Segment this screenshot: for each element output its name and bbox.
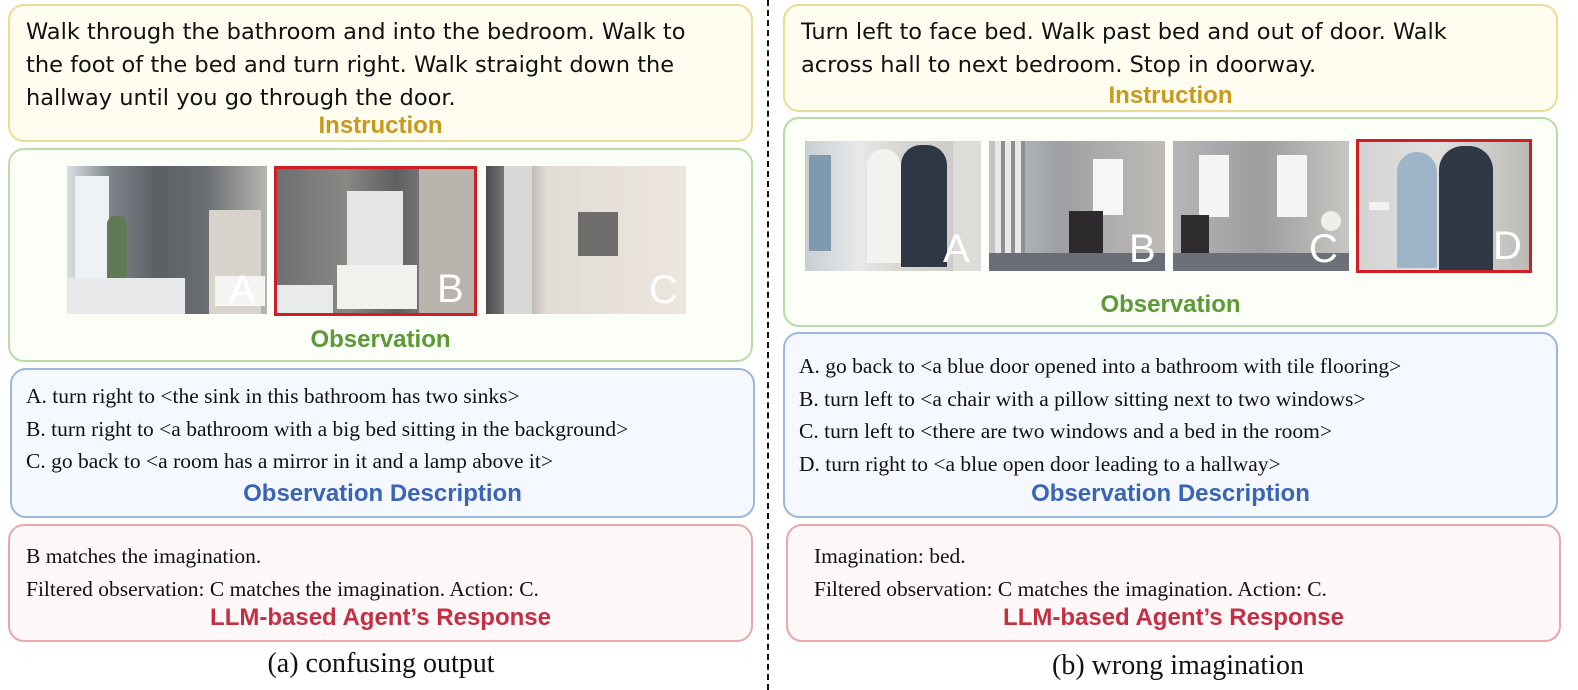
panel-wrong-imagination: Turn left to face bed. Walk past bed and… [778, 0, 1578, 690]
response-lines: B matches the imagination. Filtered obse… [26, 540, 539, 605]
view-label-c: C [1309, 227, 1338, 271]
observation-heading: Observation [310, 326, 451, 353]
window-shape [809, 155, 831, 251]
window-shape [347, 191, 403, 275]
panel-confusing-output: Walk through the bathroom and into the b… [0, 0, 762, 690]
view-label-b: B [437, 267, 464, 311]
view-label-a: A [229, 268, 256, 312]
observation-box: A B C Observation [8, 148, 753, 362]
agent-response-heading: LLM-based Agent’s Response [210, 604, 551, 631]
counter-shape [67, 278, 185, 314]
door-shape [1439, 146, 1493, 270]
door-frame-shape [504, 166, 532, 314]
response-line: Imagination: bed. [814, 544, 966, 568]
response-line: B matches the imagination. [26, 544, 262, 568]
sink-shape [277, 285, 333, 313]
door-shape [901, 145, 947, 267]
view-image-d: D [1356, 139, 1532, 273]
instruction-box: Walk through the bathroom and into the b… [8, 4, 753, 142]
window-shape [1277, 155, 1307, 217]
bed-shape [337, 265, 417, 309]
view-image-a: A [67, 166, 267, 314]
instruction-text: Turn left to face bed. Walk past bed and… [801, 19, 1447, 78]
archway-shape [1397, 152, 1437, 268]
observation-description-box: A. turn right to <the sink in this bathr… [10, 368, 755, 518]
instruction-box: Turn left to face bed. Walk past bed and… [783, 4, 1558, 112]
chair-shape [1069, 211, 1103, 255]
view-label-b: B [1129, 227, 1156, 271]
agent-response-box: B matches the imagination. Filtered obse… [8, 524, 753, 642]
view-image-c: C [1173, 141, 1349, 271]
view-image-c: C [486, 166, 686, 314]
plant-shape [107, 216, 127, 286]
observation-description-heading: Observation Description [1031, 480, 1310, 507]
chair-shape [1181, 215, 1209, 255]
view-image-b: B [274, 166, 477, 316]
response-lines: Imagination: bed. Filtered observation: … [814, 540, 1327, 605]
window-shape [1199, 155, 1229, 217]
response-line: Filtered observation: C matches the imag… [26, 576, 539, 601]
instruction-heading: Instruction [1108, 82, 1233, 109]
panel-caption: (a) confusing output [267, 648, 495, 679]
observation-box: A B C D Observation [783, 117, 1558, 327]
window-shape [1093, 159, 1123, 215]
agent-response-heading: LLM-based Agent’s Response [1003, 604, 1344, 631]
wall-art-shape [578, 212, 618, 256]
description-option-c: C. go back to <a room has a mirror in it… [26, 449, 553, 473]
panel-divider [767, 0, 769, 690]
observation-description-box: A. go back to <a blue door opened into a… [783, 332, 1558, 518]
view-image-b: B [989, 141, 1165, 271]
instruction-text: Walk through the bathroom and into the b… [26, 19, 686, 111]
observation-description-heading: Observation Description [243, 480, 522, 507]
instruction-heading: Instruction [318, 112, 443, 139]
description-list: A. turn right to <the sink in this bathr… [26, 380, 628, 478]
response-line: Filtered observation: C matches the imag… [814, 576, 1327, 601]
switch-shape [1369, 202, 1389, 210]
observation-heading: Observation [1100, 291, 1241, 318]
description-option-d: D. turn right to <a blue open door leadi… [799, 451, 1281, 476]
description-option-a: A. go back to <a blue door opened into a… [799, 354, 1402, 378]
description-list: A. go back to <a blue door opened into a… [799, 350, 1401, 480]
view-label-a: A [943, 227, 970, 271]
agent-response-box: Imagination: bed. Filtered observation: … [786, 524, 1561, 642]
description-option-c: C. turn left to <there are two windows a… [799, 419, 1332, 443]
description-option-b: B. turn right to <a bathroom with a big … [26, 416, 629, 441]
archway-shape [867, 149, 901, 263]
view-label-d: D [1493, 224, 1522, 268]
view-label-c: C [649, 268, 678, 312]
description-option-b: B. turn left to <a chair with a pillow s… [799, 386, 1366, 411]
view-image-a: A [805, 141, 981, 271]
curtain-shape [995, 141, 1025, 271]
panel-caption: (b) wrong imagination [1052, 650, 1304, 681]
description-option-a: A. turn right to <the sink in this bathr… [26, 384, 520, 408]
